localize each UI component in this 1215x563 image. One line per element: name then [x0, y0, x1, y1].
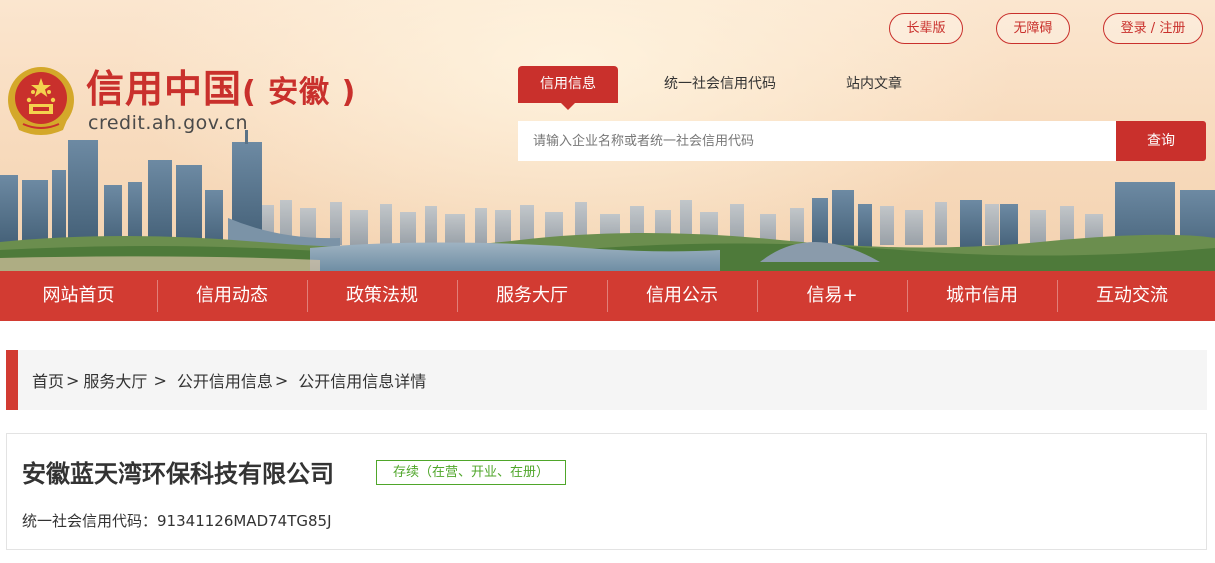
- site-title-main: 信用中国: [86, 67, 243, 111]
- breadcrumb-public-credit-info[interactable]: 公开信用信息: [177, 368, 273, 392]
- breadcrumb-separator: >: [274, 370, 289, 390]
- breadcrumb: 首页 > 服务大厅 > 公开信用信息 > 公开信用信息详情: [6, 350, 1207, 410]
- search-tab-credit-code[interactable]: 统一社会信用代码: [650, 66, 790, 103]
- status-badge: 存续（在营、开业、在册）: [376, 460, 566, 485]
- active-tab-caret: [561, 103, 575, 110]
- breadcrumb-service-hall[interactable]: 服务大厅: [83, 368, 147, 392]
- company-name: 安徽蓝天湾环保科技有限公司: [22, 460, 334, 488]
- search-button[interactable]: 查询: [1116, 121, 1206, 161]
- credit-code-value: 91341126MAD74TG85J: [157, 512, 332, 530]
- nav-item-interaction[interactable]: 互动交流: [1057, 271, 1207, 321]
- search-tab-site-articles[interactable]: 站内文章: [834, 66, 914, 103]
- site-title-region: ( 安徽 ): [242, 75, 357, 110]
- company-info-card: 安徽蓝天湾环保科技有限公司 存续（在营、开业、在册） 统一社会信用代码：9134…: [6, 433, 1207, 550]
- credit-code-row: 统一社会信用代码：91341126MAD74TG85J: [22, 510, 332, 531]
- breadcrumb-home[interactable]: 首页: [32, 368, 64, 392]
- login-register-link[interactable]: 登录 / 注册: [1103, 13, 1203, 44]
- main-nav: 网站首页 信用动态 政策法规 服务大厅 信用公示 信易+ 城市信用 互动交流: [0, 271, 1215, 321]
- nav-item-service-hall[interactable]: 服务大厅: [457, 271, 607, 321]
- nav-item-xinyi-plus[interactable]: 信易+: [757, 271, 907, 321]
- breadcrumb-separator: >: [153, 370, 167, 390]
- nav-item-credit-news[interactable]: 信用动态: [157, 271, 307, 321]
- breadcrumb-separator: >: [66, 370, 80, 390]
- header-banner: 长辈版 无障碍 登录 / 注册 信用中国( 安徽 ) credit.ah.gov…: [0, 0, 1215, 271]
- search-tab-credit-info[interactable]: 信用信息: [518, 66, 618, 103]
- breadcrumb-current: 公开信用信息详情: [298, 372, 427, 391]
- credit-code-label: 统一社会信用代码：: [22, 512, 158, 530]
- site-title: 信用中国( 安徽 ): [86, 66, 356, 116]
- nav-item-policies[interactable]: 政策法规: [307, 271, 457, 321]
- search-input[interactable]: [518, 121, 1116, 161]
- national-emblem-icon: [8, 67, 74, 135]
- nav-item-credit-publicity[interactable]: 信用公示: [607, 271, 757, 321]
- site-domain: credit.ah.gov.cn: [88, 112, 249, 134]
- accessibility-link[interactable]: 无障碍: [996, 13, 1070, 44]
- nav-item-home[interactable]: 网站首页: [0, 271, 157, 321]
- nav-item-city-credit[interactable]: 城市信用: [907, 271, 1057, 321]
- elder-mode-link[interactable]: 长辈版: [889, 13, 963, 44]
